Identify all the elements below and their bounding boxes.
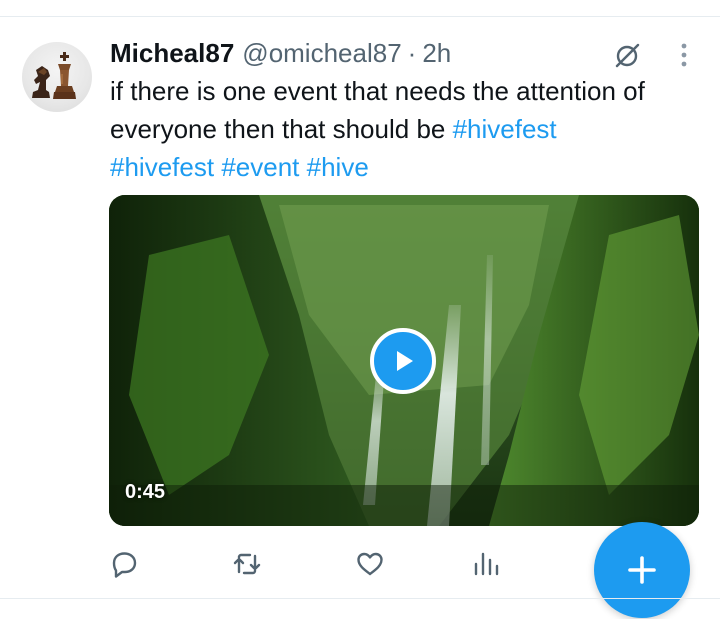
bottom-divider	[0, 598, 720, 599]
like-icon	[357, 552, 383, 576]
play-button[interactable]	[370, 328, 436, 394]
hashtag-link[interactable]: #event	[221, 152, 299, 182]
views-button[interactable]	[471, 548, 503, 580]
top-divider	[0, 16, 720, 17]
tweet-text: if there is one event that needs the att…	[110, 72, 700, 186]
views-icon	[474, 552, 499, 576]
video-media[interactable]: 0:45	[109, 195, 699, 526]
like-button[interactable]	[354, 548, 386, 580]
more-options-icon[interactable]	[674, 42, 694, 68]
avatar[interactable]	[22, 42, 92, 112]
video-duration: 0:45	[125, 481, 166, 503]
hashtag-link[interactable]: #hive	[307, 152, 369, 182]
hashtag-link[interactable]: #hivefest	[110, 152, 214, 182]
display-name[interactable]: Micheal87	[110, 38, 234, 69]
reply-icon	[112, 552, 137, 578]
user-handle[interactable]: @omicheal87	[242, 38, 401, 69]
retweet-icon	[233, 553, 261, 575]
hashtag-link[interactable]: #hivefest	[453, 114, 557, 144]
play-icon	[397, 351, 413, 371]
tweet-body-text: if there is one event that needs the att…	[110, 76, 645, 144]
plus-icon	[628, 556, 656, 584]
grok-icon[interactable]	[612, 40, 642, 70]
retweet-button[interactable]	[231, 548, 263, 580]
timestamp[interactable]: 2h	[422, 38, 451, 69]
reply-button[interactable]	[108, 548, 140, 580]
separator-dot: ·	[407, 37, 417, 68]
chess-pieces-avatar-image	[32, 52, 76, 99]
tweet-header: Micheal87 @omicheal87 · 2h	[110, 36, 451, 70]
compose-button[interactable]	[594, 522, 690, 618]
